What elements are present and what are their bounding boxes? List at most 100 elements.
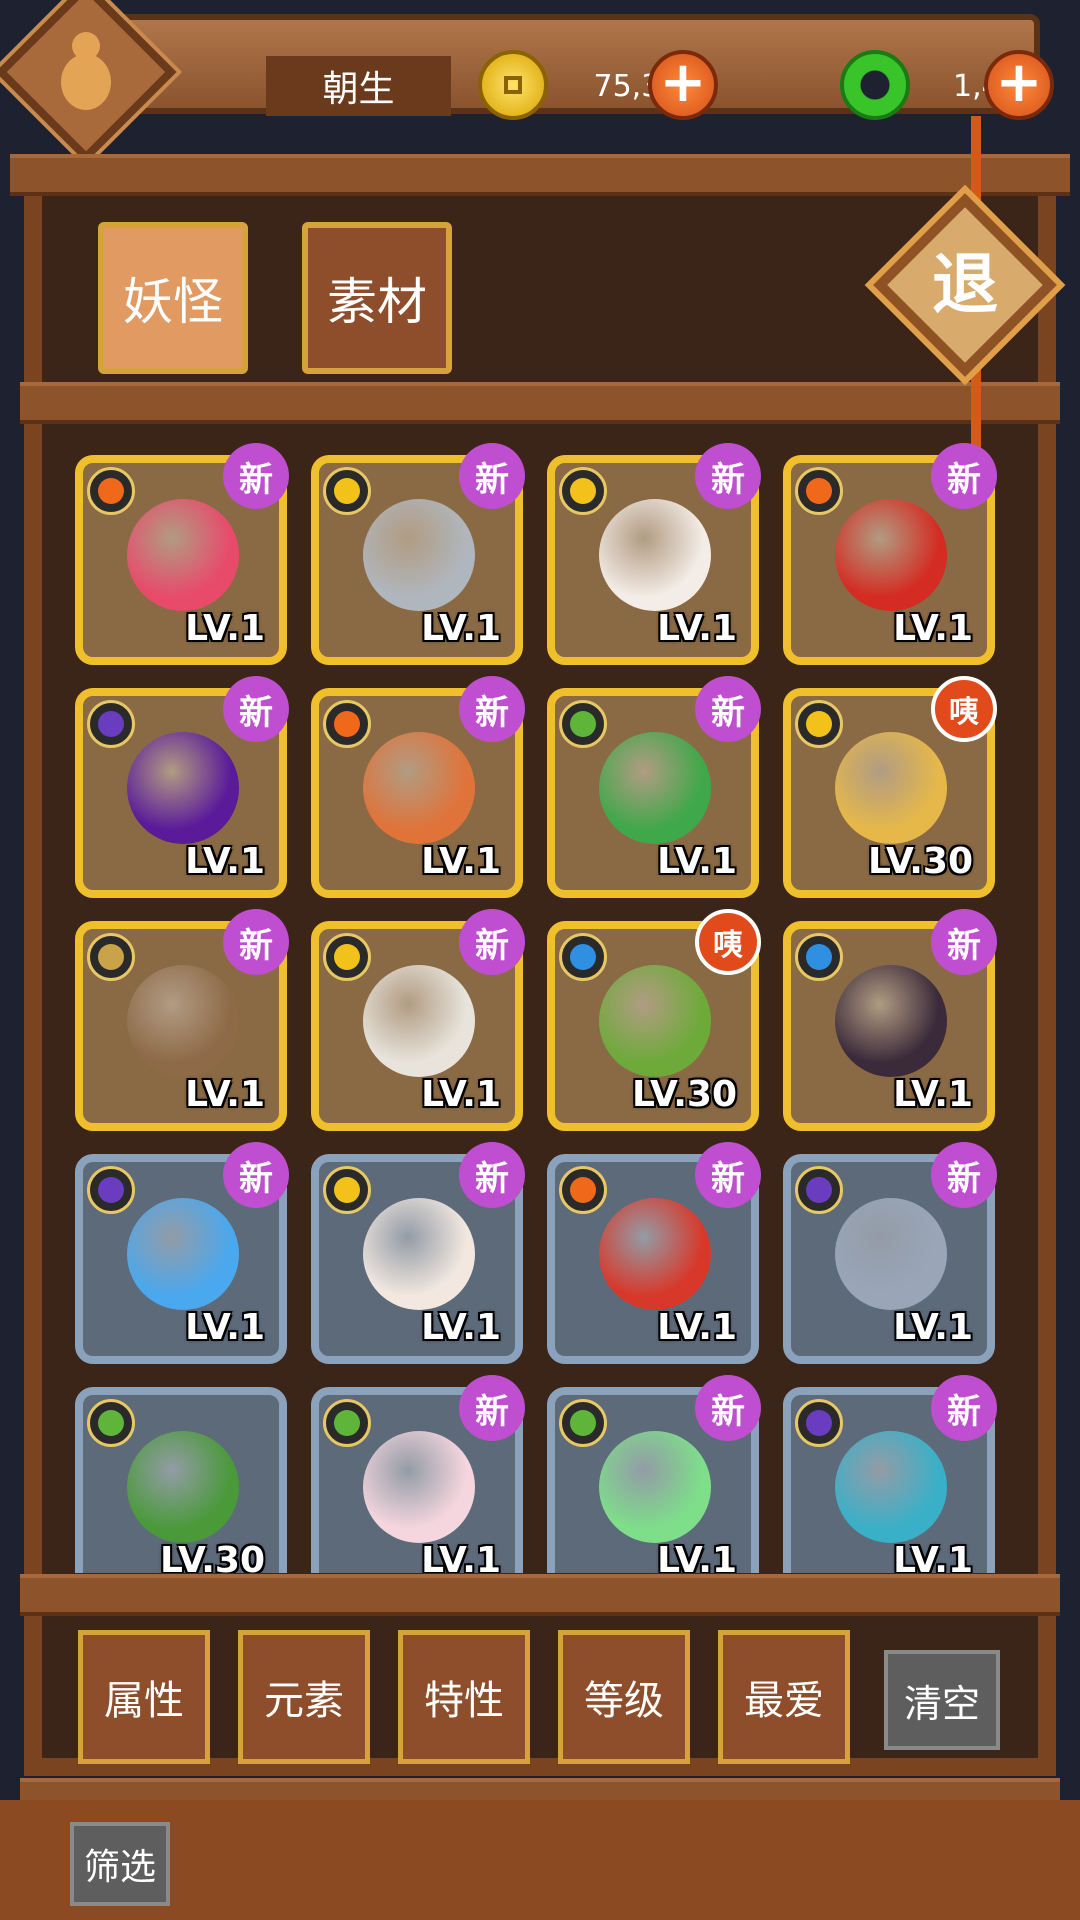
monster-card[interactable]: 新 LV.1 — [783, 909, 997, 1131]
curious-badge: 咦 — [931, 676, 997, 742]
new-badge: 新 — [695, 443, 761, 509]
sun-element-icon — [795, 700, 843, 748]
level-label: LV.30 — [868, 841, 973, 882]
moon-element-icon — [87, 1166, 135, 1214]
monster-card[interactable]: 新 LV.1 — [311, 676, 525, 898]
exit-label: 退 — [932, 246, 998, 323]
jade-coin-icon — [840, 50, 910, 120]
fish-monster-icon — [835, 1198, 947, 1310]
filter-element-button[interactable]: 元素 — [238, 1630, 370, 1764]
filter-favorite-button[interactable]: 最爱 — [718, 1630, 850, 1764]
new-badge: 新 — [931, 443, 997, 509]
new-badge: 新 — [695, 676, 761, 742]
monster-card[interactable]: 新 LV.1 — [547, 1375, 761, 1573]
level-label: LV.1 — [421, 1307, 501, 1348]
level-label: LV.1 — [893, 1307, 973, 1348]
curious-badge: 咦 — [695, 909, 761, 975]
monster-card[interactable]: 新 LV.1 — [783, 1375, 997, 1573]
snowflake-monster-icon — [127, 1198, 239, 1310]
yarn-monster-icon — [835, 499, 947, 611]
moon-element-icon — [795, 1399, 843, 1447]
new-badge: 新 — [223, 909, 289, 975]
fire-element-icon — [87, 467, 135, 515]
flute-monster-icon — [599, 965, 711, 1077]
chopsticks-monster-icon — [599, 1198, 711, 1310]
gourd-icon — [59, 32, 113, 112]
level-label: LV.1 — [657, 841, 737, 882]
monster-card[interactable]: 新 LV.1 — [311, 1375, 525, 1573]
monster-card[interactable]: 新 LV.1 — [547, 1142, 761, 1364]
level-label: LV.1 — [893, 1074, 973, 1115]
add-jade-button[interactable]: + — [984, 50, 1054, 120]
new-badge: 新 — [459, 1142, 525, 1208]
monster-card[interactable]: 新 LV.1 — [547, 676, 761, 898]
level-label: LV.30 — [632, 1074, 737, 1115]
level-label: LV.1 — [421, 841, 501, 882]
star-monster-icon — [127, 499, 239, 611]
level-label: LV.1 — [185, 1307, 265, 1348]
filter-button[interactable]: 筛选 — [70, 1822, 170, 1906]
level-label: LV.1 — [657, 1307, 737, 1348]
new-badge: 新 — [459, 443, 525, 509]
monster-card[interactable]: 新 LV.1 — [311, 909, 525, 1131]
sword-monster-icon — [835, 965, 947, 1077]
sun-element-icon — [323, 933, 371, 981]
moon-element-icon — [795, 1166, 843, 1214]
filter-trait-button[interactable]: 特性 — [398, 1630, 530, 1764]
level-label: LV.1 — [657, 608, 737, 649]
level-label: LV.1 — [893, 608, 973, 649]
monster-card[interactable]: 新 LV.1 — [547, 443, 761, 665]
monster-card[interactable]: 咦 LV.30 — [547, 909, 761, 1131]
monster-card[interactable]: 咦 LV.30 — [783, 676, 997, 898]
filter-attribute-button[interactable]: 属性 — [78, 1630, 210, 1764]
level-label: LV.1 — [421, 1074, 501, 1115]
level-label: LV.1 — [185, 1074, 265, 1115]
new-badge: 新 — [223, 443, 289, 509]
cabinet-top-beam — [10, 154, 1070, 196]
new-badge: 新 — [223, 1142, 289, 1208]
new-badge: 新 — [459, 676, 525, 742]
monster-card[interactable]: 新 LV.1 — [783, 443, 997, 665]
tab-monsters[interactable]: 妖怪 — [98, 222, 248, 374]
astronaut-monster-icon — [363, 499, 475, 611]
cabinet-bottom-beam — [20, 1574, 1060, 1616]
earth-element-icon — [87, 933, 135, 981]
moon-element-icon — [87, 700, 135, 748]
level-label: LV.30 — [160, 1540, 265, 1573]
level-label: LV.1 — [421, 1540, 501, 1573]
leaf-element-icon — [87, 1399, 135, 1447]
add-gold-button[interactable]: + — [648, 50, 718, 120]
clear-filters-button[interactable]: 清空 — [884, 1650, 1000, 1750]
monster-card[interactable]: 新 LV.1 — [783, 1142, 997, 1364]
filter-level-button[interactable]: 等级 — [558, 1630, 690, 1764]
new-badge: 新 — [931, 1375, 997, 1441]
stone-monster-icon — [363, 965, 475, 1077]
tab-materials[interactable]: 素材 — [302, 222, 452, 374]
level-label: LV.1 — [185, 841, 265, 882]
sun-element-icon — [323, 1166, 371, 1214]
donut-monster-icon — [599, 1431, 711, 1543]
monster-card[interactable]: 新 LV.1 — [75, 1142, 289, 1364]
new-badge: 新 — [695, 1375, 761, 1441]
monster-card[interactable]: 新 LV.1 — [75, 676, 289, 898]
monster-card[interactable]: 新 LV.1 — [75, 909, 289, 1131]
fire-element-icon — [323, 700, 371, 748]
blossom-monster-icon — [363, 1431, 475, 1543]
ghost-monster-icon — [599, 499, 711, 611]
pufferfish-monster-icon — [363, 1198, 475, 1310]
fire-element-icon — [559, 1166, 607, 1214]
monster-card[interactable]: 新 LV.1 — [311, 443, 525, 665]
level-label: LV.1 — [185, 608, 265, 649]
fox-monster-icon — [363, 732, 475, 844]
conch-monster-icon — [835, 732, 947, 844]
status-bar: 朝生 75,300 + 1,466 + — [100, 14, 1054, 120]
monster-card[interactable]: 新 LV.1 — [75, 443, 289, 665]
monster-card[interactable]: 新 LV.1 — [311, 1142, 525, 1364]
new-badge: 新 — [931, 1142, 997, 1208]
new-badge: 新 — [223, 676, 289, 742]
new-badge: 新 — [695, 1142, 761, 1208]
water-element-icon — [559, 933, 607, 981]
monster-card[interactable]: LV.30 — [75, 1387, 287, 1573]
leaf-element-icon — [323, 1399, 371, 1447]
gold-coin-icon — [478, 50, 548, 120]
